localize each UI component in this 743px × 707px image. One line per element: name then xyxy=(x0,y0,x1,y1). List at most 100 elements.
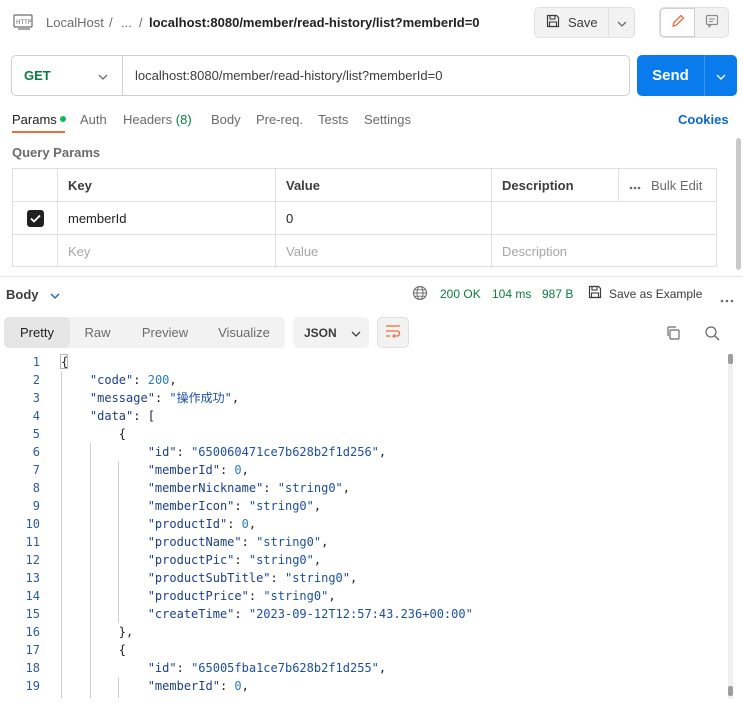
code-line: 3 "message": "操作成功", xyxy=(0,389,735,407)
tab-prereq[interactable]: Pre-req. xyxy=(256,112,303,127)
code-token: , xyxy=(241,463,249,477)
method-label: GET xyxy=(24,68,51,83)
param-value-input[interactable]: 0 xyxy=(275,202,491,234)
code-token: : xyxy=(263,481,278,495)
page-title[interactable]: localhost:8080/member/read-history/list?… xyxy=(149,15,480,30)
new-param-value-input[interactable]: Value xyxy=(275,235,491,268)
code-token: "productPrice" xyxy=(147,589,249,603)
param-enabled-checkbox[interactable] xyxy=(26,209,44,227)
view-tab-preview[interactable]: Preview xyxy=(128,317,202,348)
new-param-key-input[interactable]: Key xyxy=(57,235,275,268)
new-param-description-input[interactable]: Description xyxy=(491,235,716,268)
url-input[interactable]: localhost:8080/member/read-history/list?… xyxy=(123,56,629,95)
code-token: : xyxy=(234,607,249,621)
indent-guide xyxy=(90,443,91,698)
code-text: "code": 200, xyxy=(61,371,177,389)
request-pane-scrollbar[interactable] xyxy=(736,138,741,270)
code-token: "string0" xyxy=(263,589,329,603)
code-token: "createTime" xyxy=(147,607,235,621)
wrap-lines-icon xyxy=(385,324,401,341)
format-select[interactable]: JSON xyxy=(293,317,369,348)
code-token: : xyxy=(234,499,249,513)
chevron-down-icon xyxy=(50,287,60,302)
line-number: 8 xyxy=(32,481,40,495)
view-tab-visualize[interactable]: Visualize xyxy=(204,317,284,348)
line-number: 2 xyxy=(32,373,40,387)
code-line: 14 "productPrice": "string0", xyxy=(0,587,735,605)
breadcrumb-root[interactable]: LocalHost xyxy=(46,15,104,30)
code-text: "id": "650060471ce7b628b2f1d256", xyxy=(61,443,386,461)
pane-divider[interactable] xyxy=(0,276,743,277)
breadcrumb-ellipsis[interactable]: ... xyxy=(121,15,132,30)
tab-body[interactable]: Body xyxy=(211,112,241,127)
tab-settings[interactable]: Settings xyxy=(364,112,411,127)
code-scrollbar-thumb[interactable] xyxy=(728,354,733,364)
line-number: 10 xyxy=(25,517,40,531)
code-token: : xyxy=(241,535,257,549)
response-body-select[interactable]: Body xyxy=(6,287,60,302)
code-scrollbar-track[interactable] xyxy=(728,354,733,699)
column-header-key: Key xyxy=(57,169,275,201)
chevron-down-icon xyxy=(98,68,108,83)
code-token: "650060471ce7b628b2f1d256" xyxy=(191,445,379,459)
response-body-code[interactable]: 1{2 "code": 200, 3 "message": "操作成功", 4 "d… xyxy=(0,352,735,698)
code-token: 0 xyxy=(234,679,242,693)
tab-tests[interactable]: Tests xyxy=(318,112,348,127)
code-line: 12 "productPic": "string0", xyxy=(0,551,735,569)
param-key-input[interactable]: memberId xyxy=(57,202,275,234)
save-button[interactable]: Save xyxy=(535,8,609,37)
code-line: 11 "productName": "string0", xyxy=(0,533,735,551)
save-dropdown[interactable] xyxy=(609,8,634,37)
globe-icon[interactable] xyxy=(412,285,428,304)
wrap-lines-button[interactable] xyxy=(377,317,409,348)
code-token: : xyxy=(219,463,235,477)
edit-mode-button[interactable] xyxy=(660,8,695,37)
send-dropdown[interactable] xyxy=(705,55,737,96)
code-text: "memberNickname": "string0", xyxy=(61,479,350,497)
request-url-bar: GET localhost:8080/member/read-history/l… xyxy=(11,55,630,96)
comments-button[interactable] xyxy=(695,8,728,37)
view-tab-raw[interactable]: Raw xyxy=(70,317,125,348)
response-size[interactable]: 987 B xyxy=(542,287,573,301)
bulk-edit-button[interactable]: Bulk Edit xyxy=(618,169,716,201)
indent-guide xyxy=(118,677,119,698)
code-token: "string0" xyxy=(248,499,314,513)
indent-guide xyxy=(118,461,119,623)
response-body-label: Body xyxy=(6,287,39,302)
view-tab-pretty[interactable]: Pretty xyxy=(4,317,70,348)
code-token: "productPic" xyxy=(147,553,235,567)
code-line: 2 "code": 200, xyxy=(0,371,735,389)
code-scrollbar-end[interactable] xyxy=(728,686,733,696)
code-text: }, xyxy=(61,623,133,641)
search-icon[interactable] xyxy=(704,325,720,344)
more-options-icon[interactable] xyxy=(720,291,734,306)
code-line: 15 "createTime": "2023-09-12T12:57:43.23… xyxy=(0,605,735,623)
code-token: "data" xyxy=(89,409,134,423)
cookies-link[interactable]: Cookies xyxy=(678,112,729,127)
status-badge[interactable]: 200 OK xyxy=(440,287,481,301)
code-token: : xyxy=(248,589,264,603)
code-text: "id": "65005fba1ce7b628b2f1d255", xyxy=(61,659,386,677)
code-token: "memberId" xyxy=(147,463,220,477)
code-token: : xyxy=(234,553,249,567)
method-select[interactable]: GET xyxy=(12,56,123,95)
send-button[interactable]: Send xyxy=(637,55,705,96)
tab-auth[interactable]: Auth xyxy=(80,112,107,127)
tab-params[interactable]: Params xyxy=(12,112,66,127)
query-params-title: Query Params xyxy=(12,145,101,160)
active-tab-indicator xyxy=(12,131,65,133)
response-time[interactable]: 104 ms xyxy=(492,287,531,301)
tab-headers[interactable]: Headers (8) xyxy=(123,112,192,127)
line-number: 6 xyxy=(32,445,40,459)
param-description-input[interactable] xyxy=(491,202,716,234)
code-token: "2023-09-12T12:57:43.236+00:00" xyxy=(248,607,473,621)
copy-icon[interactable] xyxy=(665,325,681,344)
save-as-example-button[interactable]: Save as Example xyxy=(588,285,702,302)
comment-icon xyxy=(705,14,719,31)
code-token: "id" xyxy=(147,445,177,459)
